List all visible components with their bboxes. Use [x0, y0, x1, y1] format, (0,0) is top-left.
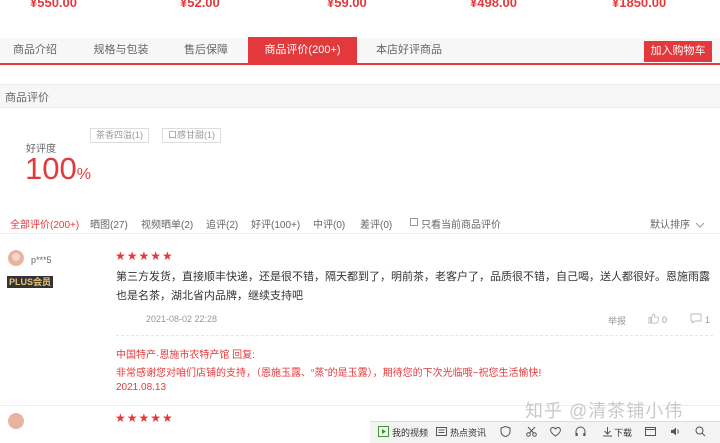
seller-reply-header: 中国特产·恩施市农特产馆 回复:: [116, 350, 255, 361]
zoom-icon[interactable]: [695, 426, 706, 437]
filter-follow-up[interactable]: 追评(2): [206, 216, 238, 231]
rating-unit: %: [76, 166, 91, 183]
review-username: p***5: [31, 255, 52, 265]
filter-neutral[interactable]: 中评(0): [313, 216, 345, 231]
product-tab-bar: 商品介绍 规格与包装 售后保障 商品评价(200+) 本店好评商品 加入购物车: [0, 37, 720, 65]
price-4: ¥498.00: [470, 0, 517, 10]
thumbs-up-icon[interactable]: [648, 313, 659, 324]
filter-all[interactable]: 全部评价(200+): [10, 216, 79, 231]
filter-videos[interactable]: 视频晒单(2): [141, 216, 193, 231]
filter-photos[interactable]: 晒图(27): [90, 216, 128, 231]
section-title: 商品评价: [5, 92, 49, 104]
like-count: 0: [662, 315, 668, 325]
downloads-link[interactable]: 下载: [614, 426, 632, 439]
comment-icon[interactable]: [690, 313, 702, 324]
headphones-icon[interactable]: [575, 426, 586, 437]
product-page: ¥550.00 ¥52.00 ¥59.00 ¥498.00 ¥1850.00 商…: [0, 0, 720, 443]
tab-reviews[interactable]: 商品评价(200+): [248, 37, 357, 64]
reply-divider: [116, 335, 713, 336]
price-5: ¥1850.00: [612, 0, 667, 10]
download-icon: [603, 427, 612, 437]
my-videos-link[interactable]: 我的视频: [392, 426, 428, 439]
rating-number: 100: [25, 151, 77, 186]
tab-after-sales[interactable]: 售后保障: [172, 38, 240, 63]
news-icon: [436, 427, 447, 436]
tab-specs[interactable]: 规格与包装: [80, 38, 162, 63]
review-tag[interactable]: 口感甘甜(1): [162, 128, 221, 143]
review-tag[interactable]: 茶香四溢(1): [90, 128, 149, 143]
review-stars: ★★★★★: [115, 411, 174, 425]
add-to-cart-button[interactable]: 加入购物车: [644, 41, 712, 62]
avatar[interactable]: [8, 250, 24, 266]
price-3: ¥59.00: [327, 0, 367, 10]
review-filter-bar: 全部评价(200+) 晒图(27) 视频晒单(2) 追评(2) 好评(100+)…: [0, 212, 720, 234]
plus-member-badge: PLUS会员: [7, 276, 54, 288]
tab-product-intro[interactable]: 商品介绍: [0, 38, 70, 63]
sort-dropdown[interactable]: 默认排序: [650, 216, 705, 231]
filter-positive[interactable]: 好评(100+): [251, 216, 300, 231]
heart-rate-icon[interactable]: [550, 426, 561, 437]
seller-reply-date: 2021.08.13: [116, 382, 167, 393]
window-icon[interactable]: [645, 426, 656, 437]
only-current-checkbox[interactable]: [410, 218, 418, 226]
price-2: ¥52.00: [180, 0, 220, 10]
only-current-label[interactable]: 只看当前商品评价: [421, 216, 501, 231]
review-content: 第三方发货，直接顺丰快递，还是很不错，隔天都到了，明前茶，老客户了，品质很不错，…: [116, 271, 710, 302]
chevron-down-icon: [695, 222, 705, 228]
video-icon: [378, 426, 389, 437]
price-1: ¥550.00: [30, 0, 77, 10]
avatar[interactable]: [8, 413, 24, 429]
shield-icon[interactable]: [500, 426, 511, 437]
scissors-icon[interactable]: [526, 426, 537, 437]
tab-store-favorites[interactable]: 本店好评商品: [366, 38, 452, 63]
review-date: 2021-08-02 22:28: [146, 314, 218, 324]
section-header: 商品评价: [0, 84, 720, 108]
hot-news-link[interactable]: 热点资讯: [450, 426, 486, 439]
sound-icon[interactable]: [670, 426, 681, 437]
watermark: 知乎 @清茶铺小伟: [525, 401, 684, 421]
sort-label: 默认排序: [650, 220, 690, 231]
seller-reply-text: 非常感谢您对咱们店铺的支持，（恩施玉露、“蒸”的是玉露），期待您的下次光临哦~祝…: [116, 368, 542, 379]
report-button[interactable]: 举报: [608, 314, 626, 327]
review-stars: ★★★★★: [115, 249, 174, 263]
rating-value: 100%: [25, 151, 91, 187]
price-row: ¥550.00 ¥52.00 ¥59.00 ¥498.00 ¥1850.00: [0, 0, 720, 12]
comment-count: 1: [705, 315, 711, 325]
browser-status-bar: 我的视频 热点资讯 下载: [370, 421, 720, 443]
filter-negative[interactable]: 差评(0): [360, 216, 392, 231]
